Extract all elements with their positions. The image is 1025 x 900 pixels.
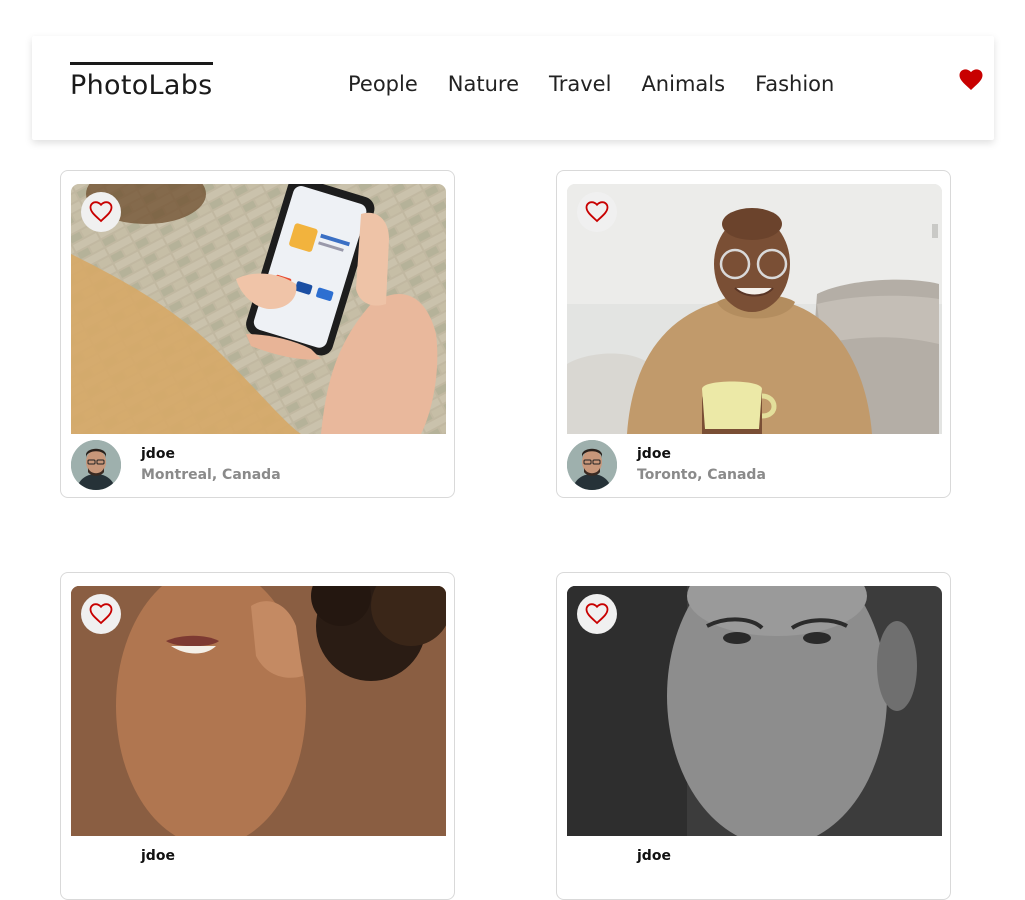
favourite-button[interactable] — [577, 594, 617, 634]
favourites-badge[interactable] — [959, 69, 983, 91]
topic-travel[interactable]: Travel — [549, 72, 611, 96]
username: jdoe — [141, 446, 175, 462]
photo-card[interactable]: jdoe Toronto, Canada — [556, 170, 951, 498]
photo-phone-payment — [71, 184, 446, 434]
favourite-button[interactable] — [81, 594, 121, 634]
topic-people[interactable]: People — [348, 72, 418, 96]
heart-outline-icon — [89, 603, 113, 625]
photo-image[interactable] — [71, 184, 446, 434]
heart-outline-icon — [585, 201, 609, 223]
photo-man-with-mug — [567, 184, 942, 434]
photo-location: Montreal, Canada — [141, 467, 281, 483]
username: jdoe — [637, 848, 671, 864]
topic-nature[interactable]: Nature — [448, 72, 519, 96]
photo-image[interactable] — [567, 184, 942, 434]
username: jdoe — [141, 848, 175, 864]
heart-filled-icon — [959, 69, 983, 90]
avatar-image — [567, 440, 617, 490]
photo-card[interactable]: jdoe — [60, 572, 455, 900]
photo-card[interactable]: jdoe Montreal, Canada — [60, 170, 455, 498]
username: jdoe — [637, 446, 671, 462]
photo-man-bw-portrait — [567, 586, 942, 836]
logo[interactable]: PhotoLabs — [70, 62, 213, 101]
heart-outline-icon — [89, 201, 113, 223]
topic-animals[interactable]: Animals — [641, 72, 725, 96]
photo-location: Toronto, Canada — [637, 467, 766, 483]
topic-list: People Nature Travel Animals Fashion — [348, 72, 834, 96]
top-navigation-bar: PhotoLabs People Nature Travel Animals F… — [32, 36, 994, 140]
photo-image[interactable] — [71, 586, 446, 836]
avatar — [71, 440, 121, 490]
avatar-image — [71, 440, 121, 490]
favourite-button[interactable] — [577, 192, 617, 232]
photo-image[interactable] — [567, 586, 942, 836]
photo-card[interactable]: jdoe — [556, 572, 951, 900]
avatar — [567, 440, 617, 490]
favourite-button[interactable] — [81, 192, 121, 232]
topic-fashion[interactable]: Fashion — [755, 72, 834, 96]
photo-woman-portrait — [71, 586, 446, 836]
heart-outline-icon — [585, 603, 609, 625]
